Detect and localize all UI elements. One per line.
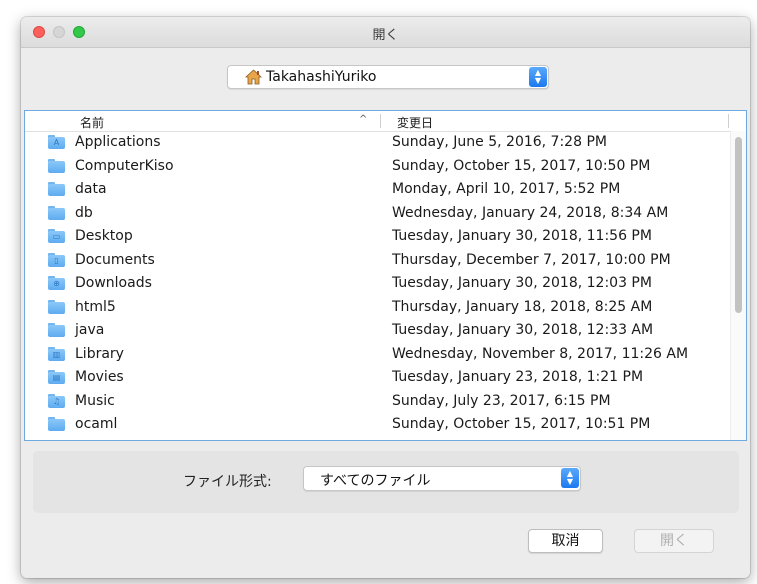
file-type-select[interactable]: すべてのファイル ▲ ▼: [303, 466, 581, 491]
documents-folder-icon: ▯: [48, 252, 65, 267]
file-type-label: ファイル形式:: [183, 474, 272, 490]
file-modified-date: Tuesday, January 30, 2018, 12:03 PM: [392, 275, 652, 291]
file-name: Music: [75, 392, 115, 409]
file-name: db: [75, 204, 93, 221]
file-modified-date: Wednesday, November 8, 2017, 11:26 AM: [392, 345, 689, 362]
file-modified-date: Sunday, June 5, 2016, 7:28 PM: [392, 134, 607, 150]
file-name: html5: [75, 298, 116, 315]
sort-ascending-icon: ^: [359, 114, 368, 125]
music-folder-icon: ♫: [48, 393, 65, 408]
column-header: 名前 ^ 変更日: [25, 111, 746, 132]
file-modified-date: Tuesday, January 23, 2018, 1:21 PM: [392, 369, 644, 385]
downloads-folder-icon: ⊕: [48, 276, 65, 290]
library-folder-icon: ▥: [48, 346, 65, 361]
file-name: Documents: [75, 251, 155, 268]
file-row[interactable]: html5 Thursday, January 18, 2018, 8:25 AM: [25, 296, 725, 320]
location-label: TakahashiYuriko: [266, 69, 377, 85]
file-name: java: [75, 322, 105, 338]
file-name: ComputerKiso: [75, 157, 174, 174]
column-date-header[interactable]: 変更日: [397, 114, 433, 131]
location-popup[interactable]: TakahashiYuriko ▲ ▼: [227, 65, 549, 89]
movies-folder-icon: ▤: [48, 370, 65, 384]
file-modified-date: Monday, April 10, 2017, 5:52 PM: [392, 181, 621, 197]
file-type-arrows-icon: ▲ ▼: [561, 468, 579, 488]
open-file-dialog: 開く TakahashiYuriko ▲ ▼ 名前 ^ 変更日 A Applicat…: [21, 17, 750, 578]
file-row[interactable]: ▭ Desktop Tuesday, January 30, 2018, 11:56…: [25, 225, 725, 249]
column-divider[interactable]: [380, 114, 381, 128]
folder-icon: [48, 299, 65, 314]
window-title: 開く: [372, 28, 399, 43]
file-name: ocaml: [75, 416, 118, 432]
file-list: A Applications Sunday, June 5, 2016, 7:28 …: [25, 131, 725, 437]
folder-icon: [48, 158, 65, 173]
file-name: Library: [75, 345, 124, 362]
desktop-folder-icon: ▭: [48, 229, 65, 243]
file-modified-date: Thursday, December 7, 2017, 10:00 PM: [392, 251, 671, 268]
file-modified-date: Tuesday, January 30, 2018, 11:56 PM: [392, 228, 652, 244]
folder-icon: [48, 182, 65, 196]
file-row[interactable]: ▯ Documents Thursday, December 7, 2017, 10…: [25, 249, 725, 273]
vertical-scrollbar[interactable]: [730, 131, 746, 440]
applications-folder-icon: A: [48, 135, 65, 149]
folder-icon: [48, 417, 65, 431]
file-row[interactable]: java Tuesday, January 30, 2018, 12:33 AM: [25, 319, 725, 343]
file-name: Movies: [75, 369, 124, 385]
location-popup-arrows-icon: ▲ ▼: [529, 67, 547, 87]
file-modified-date: Thursday, January 18, 2018, 8:25 AM: [392, 298, 653, 315]
file-browser: 名前 ^ 変更日 A Applications Sunday, June 5, 20…: [24, 110, 747, 441]
folder-icon: [48, 323, 65, 337]
file-type-value: すべてのファイル: [320, 473, 431, 489]
open-button[interactable]: 開く: [634, 529, 714, 553]
home-icon: [245, 69, 262, 85]
file-row[interactable]: ♫ Music Sunday, July 23, 2017, 6:15 PM: [25, 390, 725, 414]
file-name: data: [75, 181, 107, 197]
scrollbar-thumb[interactable]: [735, 137, 742, 313]
file-row[interactable]: ocaml Sunday, October 15, 2017, 10:51 PM: [25, 413, 725, 437]
file-name: Desktop: [75, 228, 133, 244]
title-bar: 開く: [21, 17, 750, 48]
file-row[interactable]: ▥ Library Wednesday, November 8, 2017, 11:…: [25, 343, 725, 367]
file-modified-date: Sunday, July 23, 2017, 6:15 PM: [392, 392, 611, 409]
folder-icon: [48, 205, 65, 220]
column-divider[interactable]: [728, 114, 729, 128]
column-name-header[interactable]: 名前: [80, 114, 104, 131]
file-row[interactable]: ⊕ Downloads Tuesday, January 30, 2018, 12:…: [25, 272, 725, 296]
file-modified-date: Wednesday, January 24, 2018, 8:34 AM: [392, 204, 669, 221]
file-modified-date: Tuesday, January 30, 2018, 12:33 AM: [392, 322, 654, 338]
file-modified-date: Sunday, October 15, 2017, 10:51 PM: [392, 416, 651, 432]
file-row[interactable]: db Wednesday, January 24, 2018, 8:34 AM: [25, 202, 725, 226]
file-row[interactable]: data Monday, April 10, 2017, 5:52 PM: [25, 178, 725, 202]
file-row[interactable]: ComputerKiso Sunday, October 15, 2017, 10…: [25, 155, 725, 179]
file-modified-date: Sunday, October 15, 2017, 10:50 PM: [392, 157, 651, 174]
file-name: Downloads: [75, 275, 152, 291]
file-row[interactable]: A Applications Sunday, June 5, 2016, 7:28 …: [25, 131, 725, 155]
file-name: Applications: [75, 134, 161, 150]
file-type-bar: ファイル形式: すべてのファイル ▲ ▼: [33, 451, 739, 513]
file-row[interactable]: ▤ Movies Tuesday, January 23, 2018, 1:21 P…: [25, 366, 725, 390]
cancel-button[interactable]: 取消: [528, 529, 603, 553]
